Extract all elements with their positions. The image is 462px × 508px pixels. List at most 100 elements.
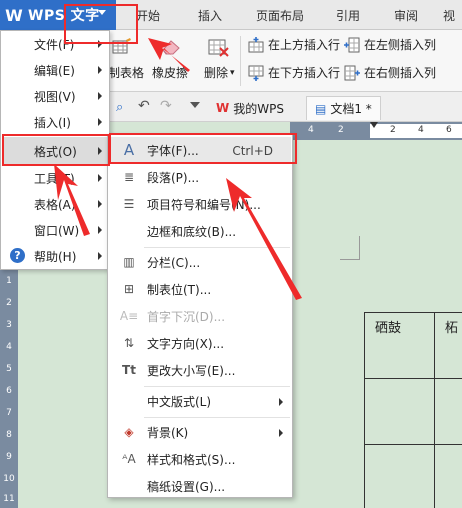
insert-row-above-label: 在上方插入行: [268, 38, 341, 52]
table-cell[interactable]: 硒鼓: [365, 313, 435, 379]
tab-document[interactable]: ▤ 文档1 *: [306, 96, 381, 120]
eraser-button[interactable]: 橡皮擦: [152, 64, 188, 81]
ruler-mark: 8: [6, 430, 12, 440]
columns-icon: ▥: [123, 255, 135, 269]
menu-item-label: 插入(I): [34, 115, 71, 130]
insert-row-above-icon: [248, 36, 264, 52]
menu-item-label: 项目符号和编号(N)...: [147, 198, 261, 212]
drop-cap-icon: A≡: [119, 309, 139, 323]
insert-column-left-icon: [344, 37, 360, 52]
menu-item-bullets-numbering[interactable]: ☰ 项目符号和编号(N)...: [109, 191, 291, 218]
change-case-icon: Tt: [122, 363, 136, 377]
print-preview-icon[interactable]: ⌕: [116, 100, 123, 115]
menu-item-label: 窗口(W): [34, 223, 80, 238]
horizontal-ruler[interactable]: 4 2 2 4 6: [290, 122, 462, 140]
text-direction-icon: ⇅: [123, 336, 135, 350]
chevron-right-icon: [98, 66, 102, 74]
ruler-mark: 5: [6, 364, 12, 374]
tab-view[interactable]: 视: [436, 0, 462, 30]
paragraph-icon: ≣: [123, 170, 135, 184]
document-table[interactable]: 硒鼓 柘: [364, 312, 462, 508]
table-cell[interactable]: [365, 445, 435, 508]
ruler-mark: 11: [3, 494, 15, 504]
format-submenu: A 字体(F)... Ctrl+D ≣ 段落(P)... ☰ 项目符号和编号(N)...…: [107, 134, 293, 498]
wps-red-logo-icon: W: [216, 101, 230, 115]
menu-item-insert[interactable]: 插入(I): [2, 109, 108, 135]
insert-column-right-button[interactable]: 在右侧插入列: [344, 64, 436, 81]
tab-page-layout[interactable]: 页面布局: [240, 0, 320, 30]
ruler-mark: 6: [6, 386, 12, 396]
menu-item-edit[interactable]: 编辑(E): [2, 57, 108, 83]
menu-item-columns[interactable]: ▥ 分栏(C)...: [109, 249, 291, 276]
insert-row-below-button[interactable]: 在下方插入行: [248, 64, 340, 81]
menu-item-borders-shading[interactable]: 边框和底纹(B)...: [109, 218, 291, 245]
menu-item-label: 文字方向(X)...: [147, 337, 225, 351]
menu-item-label: 样式和格式(S)...: [147, 453, 236, 467]
ruler-mark: 7: [6, 408, 12, 418]
ribbon-tabs: 开始 插入 页面布局 引用 审阅 视: [116, 0, 462, 30]
background-icon: ◈: [124, 425, 134, 439]
chevron-right-icon: [98, 118, 102, 126]
dropdown-arrow-icon: ▾: [230, 67, 235, 78]
ruler-mark: 4: [6, 342, 12, 352]
eraser-icon[interactable]: [160, 38, 182, 56]
menu-separator: [144, 417, 290, 418]
menu-separator: [144, 386, 290, 387]
annotation-box-format: [2, 134, 110, 166]
tab-insert[interactable]: 插入: [180, 0, 240, 30]
table-cell[interactable]: [435, 379, 462, 445]
document-icon: ▤: [315, 101, 327, 116]
table-cell[interactable]: [435, 445, 462, 508]
draw-table-button[interactable]: 制表格: [108, 64, 144, 81]
ruler-mark: 1: [6, 276, 12, 286]
menu-item-paragraph[interactable]: ≣ 段落(P)...: [109, 164, 291, 191]
document-tab-label: 文档1 *: [330, 102, 372, 116]
table-cell[interactable]: [365, 379, 435, 445]
menu-item-help[interactable]: ? 帮助(H): [2, 243, 108, 269]
ruler-mark: 4: [418, 125, 424, 135]
insert-column-right-label: 在右侧插入列: [364, 66, 437, 80]
customize-dropdown-icon[interactable]: [190, 102, 200, 108]
ruler-mark: 10: [3, 474, 15, 484]
tab-review[interactable]: 审阅: [376, 0, 436, 30]
delete-table-icon[interactable]: [208, 38, 230, 58]
menu-item-styles-formatting[interactable]: ᴬA 样式和格式(S)...: [109, 446, 291, 473]
tab-references[interactable]: 引用: [320, 0, 376, 30]
tab-stop-icon: ⊞: [123, 282, 135, 296]
redo-icon[interactable]: ↷: [160, 98, 172, 114]
menu-item-drop-cap: A≡ 首字下沉(D)...: [109, 303, 291, 330]
menu-item-view[interactable]: 视图(V): [2, 83, 108, 109]
menu-item-manuscript-paper[interactable]: 稿纸设置(G)...: [109, 473, 291, 500]
annotation-box-font: [109, 133, 297, 164]
ruler-mark: 2: [338, 125, 344, 135]
ruler-mark: 6: [446, 125, 452, 135]
menu-item-label: 背景(K): [147, 426, 189, 440]
table-cell[interactable]: 柘: [435, 313, 462, 379]
menu-item-window[interactable]: 窗口(W): [2, 217, 108, 243]
wps-logo-icon: W: [5, 5, 23, 25]
chevron-right-icon: [98, 226, 102, 234]
styles-icon: ᴬA: [122, 452, 136, 466]
indent-marker-icon[interactable]: [370, 122, 378, 128]
menu-item-change-case[interactable]: Tt 更改大小写(E)...: [109, 357, 291, 384]
menu-item-tab-stops[interactable]: ⊞ 制表位(T)...: [109, 276, 291, 303]
undo-icon[interactable]: ↶: [138, 98, 150, 114]
margin-corner-mark: [340, 236, 360, 260]
menu-item-background[interactable]: ◈ 背景(K): [109, 419, 291, 446]
insert-row-above-button[interactable]: 在上方插入行: [248, 36, 340, 53]
menu-item-chinese-layout[interactable]: 中文版式(L): [109, 388, 291, 415]
menu-item-label: 段落(P)...: [147, 171, 200, 185]
menu-item-table[interactable]: 表格(A): [2, 191, 108, 217]
menu-item-text-direction[interactable]: ⇅ 文字方向(X)...: [109, 330, 291, 357]
menu-item-label: 更改大小写(E)...: [147, 364, 236, 378]
delete-button[interactable]: 删除 ▾: [204, 64, 235, 81]
vertical-ruler[interactable]: 1 2 3 4 5 6 7 8 9 10 11: [0, 268, 18, 508]
tab-my-wps[interactable]: W 我的WPS: [208, 96, 292, 120]
ribbon-divider: [240, 36, 241, 86]
ruler-mark: 4: [308, 125, 314, 135]
insert-column-left-button[interactable]: 在左侧插入列: [344, 36, 436, 53]
ruler-mark: 9: [6, 452, 12, 462]
menu-item-tools[interactable]: 工具(T): [2, 165, 108, 191]
chevron-right-icon: [98, 92, 102, 100]
insert-column-left-label: 在左侧插入列: [364, 38, 437, 52]
